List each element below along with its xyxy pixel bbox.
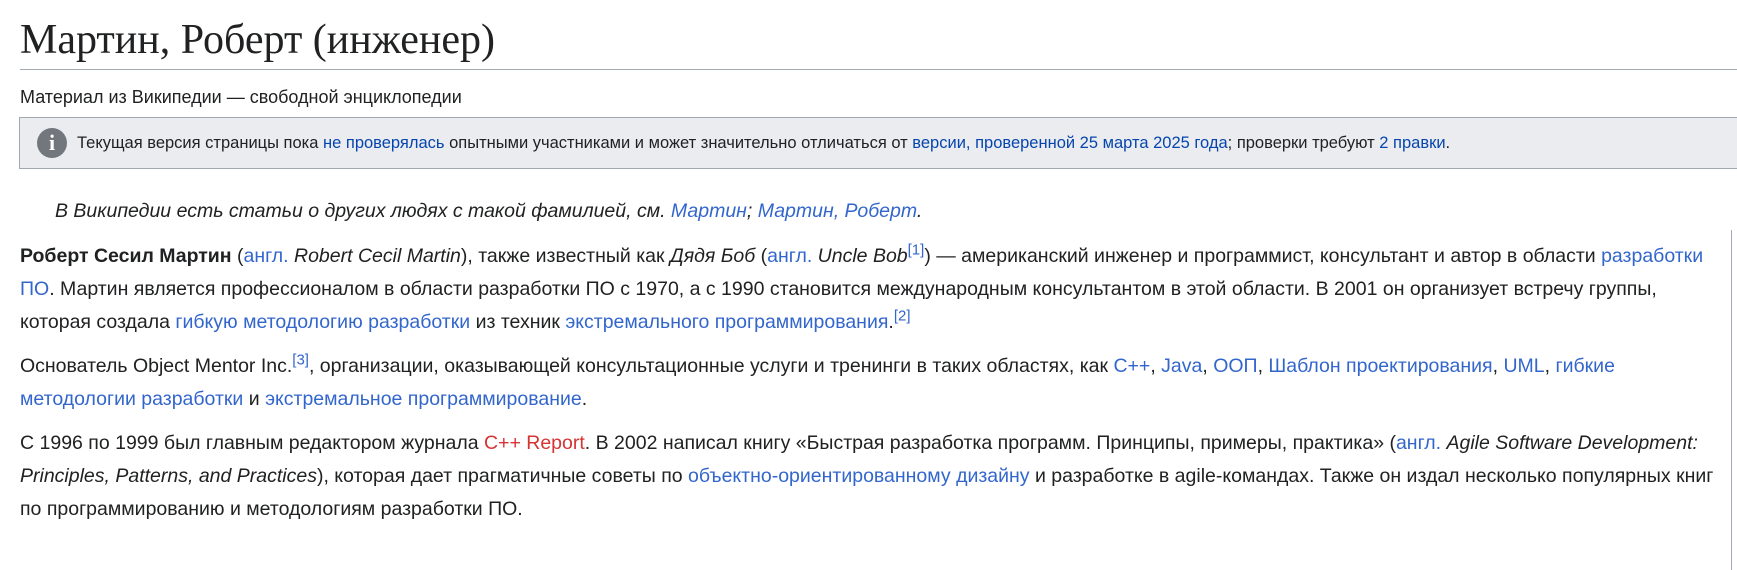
- text: С 1996 по 1999 был главным редактором жу…: [20, 432, 484, 454]
- link-object-oriented-design[interactable]: объектно-ориентированному дизайну: [688, 465, 1030, 487]
- hatnote-link-martin[interactable]: Мартин: [671, 200, 747, 222]
- text: ), которая дает прагматичные советы по: [316, 465, 689, 487]
- notice-text-part: опытными участниками и может значительно…: [444, 134, 913, 152]
- site-tagline: Материал из Википедии — свободной энцикл…: [20, 87, 462, 107]
- text: ,: [1492, 355, 1504, 377]
- nickname: Дядя Боб: [669, 245, 756, 267]
- hatnote-link-martin-robert[interactable]: Мартин, Роберт: [758, 200, 917, 222]
- paragraph-career: С 1996 по 1999 был главным редактором жу…: [20, 427, 1720, 526]
- hatnote-separator: ;: [746, 200, 758, 222]
- reference-3[interactable]: [3]: [292, 352, 309, 369]
- lang-link-english[interactable]: англ.: [1396, 432, 1441, 454]
- text: ) — американский инженер и программист, …: [924, 245, 1602, 267]
- lang-link-english[interactable]: англ.: [243, 245, 288, 267]
- text: . В 2002 написал книгу «Быстрая разработ…: [584, 432, 1396, 454]
- article-body: Роберт Сесил Мартин (англ. Robert Cecil …: [20, 240, 1720, 537]
- english-nickname: Uncle Bob: [817, 245, 908, 267]
- notice-text-part: .: [1445, 134, 1451, 152]
- unchecked-link[interactable]: не проверялась: [323, 134, 445, 152]
- notice-text: Текущая версия страницы пока не проверял…: [77, 133, 1450, 153]
- text: (: [231, 245, 244, 267]
- text: (: [755, 245, 768, 267]
- pending-edits-link[interactable]: 2 правки: [1379, 134, 1445, 152]
- link-agile-methodology[interactable]: гибкую методологию разработки: [175, 311, 470, 333]
- disambiguation-hatnote: В Википедии есть статьи о других людях с…: [55, 199, 922, 223]
- link-cpp[interactable]: C++: [1113, 355, 1150, 377]
- link-extreme-programming-2[interactable]: экстремальное программирование: [265, 388, 582, 410]
- checked-version-link[interactable]: версии, проверенной 25 марта 2025 года: [912, 134, 1227, 152]
- article-header: Мартин, Роберт (инженер) Материал из Вик…: [20, 0, 1737, 108]
- text: и: [243, 388, 266, 410]
- text: Основатель Object Mentor Inc.: [20, 355, 293, 377]
- link-design-patterns[interactable]: Шаблон проектирования: [1268, 355, 1492, 377]
- page-title: Мартин, Роберт (инженер): [20, 0, 1737, 70]
- text: .: [581, 388, 588, 410]
- text: ,: [1202, 355, 1214, 377]
- text: , организации, оказывающей консультацион…: [308, 355, 1114, 377]
- notice-text-part: ; проверки требуют: [1227, 134, 1380, 152]
- text: ,: [1544, 355, 1556, 377]
- link-extreme-programming[interactable]: экстремального программирования: [565, 311, 888, 333]
- unreviewed-version-notice: i Текущая версия страницы пока не провер…: [19, 117, 1737, 169]
- redlink-cpp-report[interactable]: C++ Report: [484, 432, 585, 454]
- text: ), также известный как: [460, 245, 670, 267]
- text: ,: [1150, 355, 1162, 377]
- hatnote-end: .: [916, 200, 923, 222]
- notice-text-part: Текущая версия страницы пока: [77, 134, 324, 152]
- paragraph-object-mentor: Основатель Object Mentor Inc.[3], органи…: [20, 350, 1720, 416]
- link-oop[interactable]: ООП: [1213, 355, 1257, 377]
- reference-2[interactable]: [2]: [894, 308, 911, 325]
- reference-1[interactable]: [1]: [908, 242, 925, 259]
- text: ,: [1257, 355, 1269, 377]
- subject-name: Роберт Сесил Мартин: [20, 245, 232, 267]
- lang-link-english[interactable]: англ.: [767, 245, 812, 267]
- paragraph-intro: Роберт Сесил Мартин (англ. Robert Cecil …: [20, 240, 1720, 339]
- hatnote-text: В Википедии есть статьи о других людях с…: [55, 200, 671, 222]
- link-java[interactable]: Java: [1161, 355, 1202, 377]
- infobox-edge: [1731, 230, 1737, 570]
- link-uml[interactable]: UML: [1503, 355, 1544, 377]
- text: из техник: [470, 311, 566, 333]
- info-icon: i: [37, 128, 67, 158]
- english-name: Robert Cecil Martin: [294, 245, 461, 267]
